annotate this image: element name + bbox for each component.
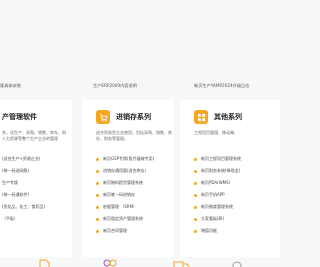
feature-item[interactable]: 进销存通用版(适合库存): [96, 168, 146, 174]
bullet-icon: [96, 169, 99, 173]
feature-label: 新页工程项目管理系统: [201, 156, 241, 161]
product-card-right: 其他系列 工程项目管理、移动端、 新页工程项目管理系统 新页财务系统(带现金) …: [180, 100, 280, 257]
card-title-right[interactable]: 其他系列: [214, 112, 242, 122]
feature-label: 新页财务系统(带现金): [201, 168, 241, 173]
bullet-icon: [96, 229, 99, 233]
feature-item[interactable]: 新页工程项目管理系统: [194, 156, 241, 162]
card-title-mid[interactable]: 进销存系列: [116, 112, 151, 122]
bullet-icon: [96, 181, 99, 185]
feature-item[interactable]: (带一码通软件): [2, 192, 29, 198]
document-icon: [36, 258, 54, 267]
feature-label: 大家看板(BI): [201, 216, 225, 221]
feature-item[interactable]: 新页合同管理: [96, 228, 127, 234]
bullet-icon: [194, 157, 197, 161]
feature-label: 新页GSP专版(医疗器械专用): [103, 156, 155, 161]
card-desc-left: 系，适生产、采购、销售、库存、财人力资源等整个生产企业的管理: [2, 130, 66, 141]
feature-label: 新页PDA(WMS): [201, 180, 231, 185]
product-card-left: 产管理软件 系，适生产、采购、销售、库存、财人力资源等整个生产企业的管理 (适合…: [0, 100, 72, 257]
card-head-right: 其他系列: [194, 110, 242, 124]
feature-item[interactable]: 新页手机APP: [194, 192, 225, 198]
feature-item[interactable]: 依据管理 （SRM）: [96, 204, 137, 210]
feature-label: 新页合同管理: [103, 228, 127, 233]
bullet-icon: [96, 157, 99, 161]
top-strip: [0, 0, 271, 92]
top-link-mid[interactable]: 生产ERP2009内容说明: [93, 83, 137, 89]
cart-icon: [96, 110, 110, 124]
feature-label: 增值功能: [201, 228, 217, 233]
bullet-icon: [194, 229, 197, 233]
feature-item[interactable]: 新页GSP专版(医疗器械专用): [96, 156, 154, 162]
bullet-icon: [194, 205, 197, 209]
card-head-left: 产管理软件: [2, 110, 37, 124]
feature-item[interactable]: 新页PDA(WMS): [194, 180, 230, 186]
feature-item[interactable]: 新页固定资产管理系统: [96, 216, 143, 222]
bullet-icon: [194, 169, 197, 173]
feature-label: (优化品、化工、食药品): [2, 204, 46, 209]
feature-item[interactable]: （平板）: [2, 216, 18, 222]
gear-icon: [228, 258, 246, 267]
bullet-icon: [96, 217, 99, 221]
bullet-icon: [194, 181, 197, 185]
feature-item[interactable]: 新页制度管理系统: [194, 204, 233, 210]
feature-item[interactable]: 新页物料提货管理系统: [96, 180, 143, 186]
feature-item[interactable]: 大家看板(BI): [194, 216, 224, 222]
bullet-icon: [96, 193, 99, 197]
feature-item[interactable]: (优化品、化工、食药品): [2, 204, 45, 210]
feature-item[interactable]: (带一码送网版): [2, 168, 29, 174]
feature-item[interactable]: 新页唯一码进销存: [96, 192, 135, 198]
feature-item[interactable]: 新页财务系统(带现金): [194, 168, 240, 174]
product-card-mid: 进销存系列 适合贸易型企业使用，包括采购、销售、库存、财务等管理。 新页GSP专…: [82, 100, 174, 257]
card-desc-mid: 适合贸易型企业使用，包括采购、销售、库存、财务等管理。: [96, 130, 172, 141]
card-head-mid: 进销存系列: [96, 110, 151, 124]
feature-label: 依据管理 （SRM）: [103, 204, 138, 209]
feature-label: 新页唯一码进销存: [103, 192, 135, 197]
feature-label: (适合生产+资源企业): [2, 156, 41, 161]
truck-icon: [172, 258, 190, 267]
feature-label: （平板）: [2, 216, 18, 221]
feature-label: (带一码通软件): [2, 192, 30, 197]
feature-item[interactable]: (适合生产+资源企业): [2, 156, 40, 162]
top-link-right[interactable]: 新页生产YAMP2024升级日志: [194, 83, 249, 89]
bullet-icon: [194, 217, 197, 221]
feature-item[interactable]: 增值功能: [194, 228, 217, 234]
feature-item[interactable]: 生产专版: [2, 180, 18, 186]
feature-label: 新页手机APP: [201, 192, 225, 197]
feature-label: (带一码送网版): [2, 168, 30, 173]
card-title-left[interactable]: 产管理软件: [2, 112, 37, 122]
feature-label: 新页固定资产管理系统: [103, 216, 143, 221]
bullet-icon: [96, 205, 99, 209]
card-desc-right: 工程项目管理、移动端、: [194, 130, 238, 135]
people-icon: [101, 258, 119, 267]
feature-label: 生产专版: [2, 180, 18, 185]
grid-icon: [194, 110, 208, 124]
feature-label: 进销存通用版(适合库存): [103, 168, 147, 173]
feature-label: 新页制度管理系统: [201, 204, 233, 209]
feature-label: 新页物料提货管理系统: [103, 180, 143, 185]
top-link-left[interactable]: 版具体安装: [0, 83, 21, 89]
bullet-icon: [194, 193, 197, 197]
